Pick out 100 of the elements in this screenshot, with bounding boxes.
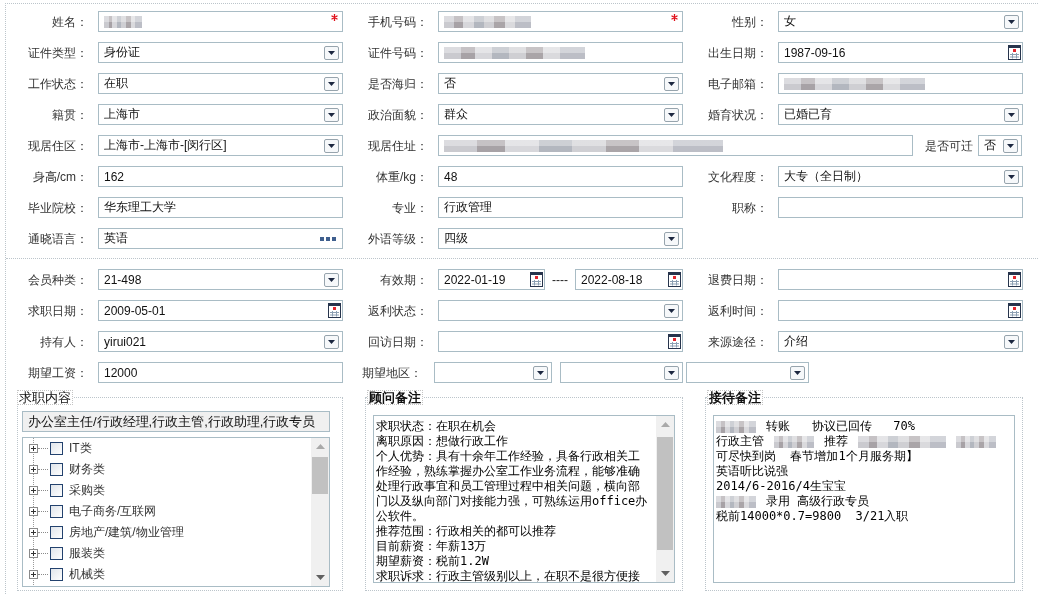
caret-icon[interactable] (324, 45, 339, 60)
date-field[interactable]: 2009-05-01 (98, 300, 343, 321)
date-field[interactable] (438, 331, 683, 352)
caret-icon[interactable] (324, 272, 339, 287)
notes-textarea[interactable]: 转账 协议已回传 70% 行政主管 推荐 可尽快到岗 春节增加1个月服务期】 英语听比说强 2014/6-2016/4生宝宝 录用 高级行政专员 税前14000*0.7=9800 3/21入职 (713, 415, 1015, 583)
group-title: 求职内容 (17, 390, 73, 405)
category-label[interactable]: IT类 (69, 440, 92, 457)
expand-icon[interactable] (29, 570, 38, 579)
caret-icon[interactable] (1004, 169, 1019, 184)
dropdown-field[interactable]: 女 (778, 11, 1023, 32)
dropdown-field[interactable]: 在职 (98, 73, 343, 94)
dropdown-field[interactable] (434, 362, 552, 383)
caret-icon[interactable] (324, 76, 339, 91)
expand-icon[interactable] (29, 465, 38, 474)
calendar-icon[interactable] (1008, 45, 1021, 60)
caret-icon[interactable] (1003, 138, 1018, 153)
dropdown-field[interactable]: 上海市-上海市-[闵行区] (98, 135, 343, 156)
text-field[interactable]: 华东理工大学 (98, 197, 343, 218)
note-text: 转账 协议已回传 70% (766, 419, 916, 434)
checkbox[interactable] (50, 526, 63, 539)
category-label[interactable]: 电子商务/互联网 (69, 503, 157, 520)
scrollbar[interactable] (656, 416, 674, 582)
caret-icon[interactable] (664, 303, 679, 318)
calendar-icon[interactable] (328, 303, 341, 318)
category-label[interactable]: 采购类 (69, 482, 105, 499)
scroll-down-icon[interactable] (660, 571, 670, 576)
date-field[interactable]: 2022-08-18 (575, 269, 683, 290)
caret-icon[interactable] (324, 334, 339, 349)
dropdown-field[interactable]: 否 (978, 135, 1022, 156)
expand-icon[interactable] (29, 486, 38, 495)
scrollbar[interactable] (311, 438, 329, 586)
calendar-icon[interactable] (530, 272, 543, 287)
dropdown-field[interactable] (560, 362, 683, 383)
scrollbar-thumb[interactable] (312, 457, 328, 494)
dropdown-field[interactable]: 已婚已育 (778, 104, 1023, 125)
text-field[interactable] (438, 11, 683, 32)
checkbox[interactable] (50, 484, 63, 497)
checkbox[interactable] (50, 463, 63, 476)
text-field[interactable] (778, 197, 1023, 218)
calendar-icon[interactable] (668, 334, 681, 349)
category-label[interactable]: 服装类 (69, 545, 105, 562)
text-field[interactable] (98, 11, 343, 32)
caret-icon[interactable] (1004, 107, 1019, 122)
dropdown-field[interactable]: 21-498 (98, 269, 343, 290)
selection-field[interactable]: 办公室主任/行政经理,行政主管,行政助理,行政专员 (22, 411, 330, 432)
caret-icon[interactable] (1004, 334, 1019, 349)
caret-icon[interactable] (324, 107, 339, 122)
group-title: 顾问备注 (367, 390, 423, 405)
text-field[interactable] (438, 135, 913, 156)
caret-icon[interactable] (664, 76, 679, 91)
expand-icon[interactable] (29, 528, 38, 537)
picker-field[interactable]: 英语 (98, 228, 343, 249)
dropdown-field[interactable]: 身份证 (98, 42, 343, 63)
scroll-down-icon[interactable] (315, 575, 325, 580)
dropdown-field[interactable]: 群众 (438, 104, 683, 125)
caret-icon[interactable] (664, 107, 679, 122)
date-field[interactable] (778, 269, 1023, 290)
expand-icon[interactable] (29, 507, 38, 516)
dropdown-field[interactable]: 上海市 (98, 104, 343, 125)
calendar-icon[interactable] (1008, 303, 1021, 318)
category-label[interactable]: 财务类 (69, 461, 105, 478)
field-label: 手机号码： (368, 14, 428, 29)
checkbox[interactable] (50, 547, 63, 560)
text-field[interactable]: 12000 (98, 362, 343, 383)
calendar-icon[interactable] (668, 272, 681, 287)
expand-icon[interactable] (29, 549, 38, 558)
scrollbar-thumb[interactable] (657, 437, 673, 550)
caret-icon[interactable] (324, 138, 339, 153)
checkbox[interactable] (50, 505, 63, 518)
category-label[interactable]: 房地产/建筑/物业管理 (69, 524, 184, 541)
field-label: 有效期： (380, 272, 428, 287)
checkbox[interactable] (50, 568, 63, 581)
text-field[interactable] (778, 73, 1023, 94)
caret-icon[interactable] (664, 365, 679, 380)
ellipsis-icon[interactable] (320, 236, 336, 241)
caret-icon[interactable] (664, 231, 679, 246)
date-field[interactable]: 2022-01-19 (438, 269, 545, 290)
text-field[interactable]: 162 (98, 166, 343, 187)
dropdown-field[interactable]: 大专（全日制） (778, 166, 1023, 187)
category-label[interactable]: 机械类 (69, 566, 105, 583)
checkbox[interactable] (50, 442, 63, 455)
dropdown-field[interactable]: 介绍 (778, 331, 1023, 352)
dropdown-field[interactable]: yirui021 (98, 331, 343, 352)
dropdown-field[interactable]: 四级 (438, 228, 683, 249)
text-field[interactable]: 48 (438, 166, 683, 187)
note-text: 录用 高级行政专员 (766, 494, 870, 509)
dropdown-field[interactable]: 否 (438, 73, 683, 94)
date-field[interactable]: 1987-09-16 (778, 42, 1023, 63)
caret-icon[interactable] (1004, 14, 1019, 29)
text-field[interactable] (438, 42, 683, 63)
date-field[interactable] (778, 300, 1023, 321)
caret-icon[interactable] (790, 365, 805, 380)
field-label: 求职日期： (28, 303, 88, 318)
caret-icon[interactable] (533, 365, 548, 380)
expand-icon[interactable] (29, 444, 38, 453)
notes-textarea[interactable]: 求职状态：在职在机会 离职原因：想做行政工作 个人优势：具有十余年工作经验，具备行政相关工作经验，熟练掌握办公室工作业务流程，能够准确处理行政事宜和员工管理过程中相关问题，横向部门以及纵向部门对接能力强，可熟练运用office办公软件。 推荐范围：行政相关的都可以推荐 目前薪资：年薪13万 期望薪资：税前1.2W 求职诉求：行政主管级别以上，在职不是很方便接 (373, 415, 675, 583)
calendar-icon[interactable] (1008, 272, 1021, 287)
dropdown-field[interactable] (438, 300, 683, 321)
text-field[interactable]: 行政管理 (438, 197, 683, 218)
dropdown-field[interactable] (686, 362, 809, 383)
